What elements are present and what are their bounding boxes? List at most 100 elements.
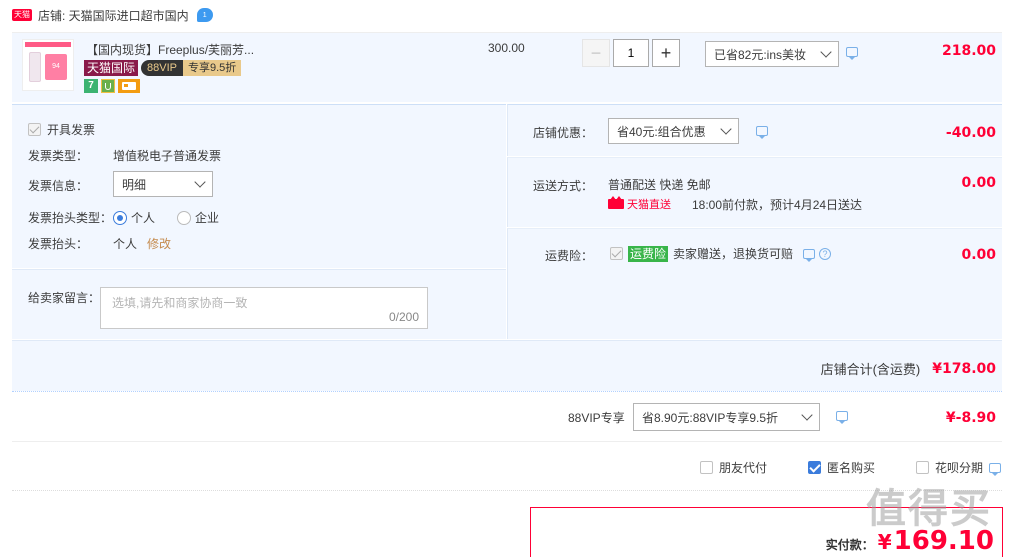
- unit-price: 300.00: [488, 41, 525, 55]
- huabei-option[interactable]: 花呗分期: [916, 459, 1002, 476]
- chat-bubble-icon[interactable]: 1: [196, 8, 213, 22]
- radio-personal-label: 个人: [131, 211, 156, 225]
- insurance-option[interactable]: 运费险 卖家赠送，退换货可赔 ?: [610, 245, 832, 262]
- thumb-banner-icon: [25, 42, 71, 47]
- radio-company-dot[interactable]: [177, 210, 191, 225]
- shop-discount-label: 店铺优惠：: [533, 126, 594, 140]
- vip-discount-select[interactable]: 省8.90元:88VIP专享9.5折: [633, 403, 820, 431]
- radio-personal[interactable]: 个人: [113, 209, 155, 226]
- invoice-toggle[interactable]: 开具发票: [28, 121, 95, 138]
- message-label: 给卖家留言：: [28, 291, 101, 305]
- invoice-type-label: 发票类型：: [28, 149, 89, 163]
- invoice-info-value: 明细: [122, 177, 147, 192]
- invoice-info-label: 发票信息：: [28, 179, 89, 193]
- shop-discount-select[interactable]: 省40元:组合优惠: [608, 118, 739, 144]
- invoice-title-type-label: 发票抬头类型：: [28, 211, 113, 225]
- qty-input[interactable]: [613, 39, 649, 67]
- item-promo-select[interactable]: 已省82元:ins美妆: [705, 41, 839, 67]
- watermark: 值得买: [866, 486, 992, 532]
- radio-company-label: 企业: [195, 211, 220, 225]
- qty-minus-button[interactable]: −: [582, 39, 610, 67]
- product-thumbnail[interactable]: 94: [22, 39, 74, 91]
- friend-pay-option[interactable]: 朋友代付: [700, 459, 767, 476]
- shop-total-amount: ¥178.00: [932, 360, 996, 377]
- shipping-panel: 运送方式： 普通配送 快递 免邮 天猫直送 18:00前付款，预计4月24日送达…: [507, 157, 1002, 227]
- huabei-message-icon[interactable]: [989, 462, 1002, 476]
- anonymous-option[interactable]: 匿名购买: [808, 459, 875, 476]
- shop-discount-value: 省40元:组合优惠: [617, 124, 706, 139]
- vip-amount: ¥-8.90: [945, 410, 996, 426]
- insurance-text: 卖家赠送，退换货可赔: [673, 247, 794, 261]
- invoice-modify-link[interactable]: 修改: [147, 235, 171, 252]
- vip-discount-value: 省8.90元:88VIP专享9.5折: [642, 410, 779, 425]
- radio-company[interactable]: 企业: [177, 209, 219, 226]
- vip-row: 88VIP专享 省8.90元:88VIP专享9.5折 ¥-8.90: [12, 392, 1002, 442]
- anonymous-checkbox[interactable]: [808, 461, 821, 474]
- insurance-amount: 0.00: [961, 247, 996, 263]
- chevron-down-icon: [194, 176, 206, 188]
- vip-message-icon[interactable]: [836, 411, 848, 424]
- huabei-label: 花呗分期: [935, 461, 984, 475]
- insurance-badge: 运费险: [628, 245, 669, 262]
- invoice-info-select[interactable]: 明细: [113, 171, 213, 197]
- discount-message-icon[interactable]: [756, 126, 768, 139]
- chevron-down-icon: [801, 409, 813, 421]
- checkout-options-row: 朋友代付 匿名购买 花呗分期: [12, 443, 1002, 491]
- insurance-message-icon[interactable]: [803, 248, 816, 262]
- credit-card-icon[interactable]: [118, 79, 140, 93]
- qty-plus-button[interactable]: +: [652, 39, 680, 67]
- radio-personal-dot[interactable]: [113, 210, 127, 225]
- shop-total-bar: 店铺合计(含运费) ¥178.00: [12, 340, 1002, 391]
- friend-pay-checkbox[interactable]: [700, 461, 713, 474]
- payable-label: 实付款：: [825, 538, 874, 552]
- tmall-direct-label: 天猫直送: [627, 199, 671, 211]
- shipping-method: 普通配送 快递 免邮: [608, 178, 711, 192]
- message-counter: 0/200: [388, 310, 419, 324]
- invoice-type-value: 增值税电子普通发票: [113, 149, 222, 163]
- shop-total-label: 店铺合计(含运费): [820, 362, 921, 377]
- service-icons: 7: [84, 79, 140, 93]
- invoice-title-label: 发票抬头：: [28, 237, 89, 251]
- thumb-bottle-icon: [29, 52, 41, 82]
- shop-header: 天猫 店铺: 天猫国际进口超市国内 1: [12, 6, 213, 24]
- anonymous-label: 匿名购买: [827, 461, 876, 475]
- chevron-down-icon: [720, 123, 732, 135]
- invoice-title-value: 个人: [113, 237, 138, 251]
- shipping-eta: 18:00前付款，预计4月24日送达: [692, 198, 863, 212]
- friend-pay-label: 朋友代付: [719, 461, 768, 475]
- message-panel: 给卖家留言： 选填,请先和商家协商一致 0/200: [12, 269, 506, 339]
- tmall-direct-badge: 天猫直送: [608, 196, 671, 212]
- thumb-box-icon: 94: [45, 54, 67, 80]
- tmall-cat-icon: [608, 196, 624, 209]
- message-placeholder: 选填,请先和商家协商一致: [112, 296, 248, 310]
- item-row: 94 【国内现货】Freeplus/芙丽芳... 天猫国际 88VIP 专享9.…: [12, 32, 1002, 102]
- tmall-intl-tag: 天猫国际: [84, 60, 139, 76]
- help-icon[interactable]: ?: [819, 247, 832, 260]
- product-tags: 天猫国际 88VIP 专享9.5折: [84, 60, 242, 76]
- message-textarea[interactable]: 选填,请先和商家协商一致 0/200: [100, 287, 428, 329]
- invoice-panel: 开具发票 发票类型： 增值税电子普通发票 发票信息： 明细 发票抬头类型： 个人…: [12, 104, 506, 268]
- product-title[interactable]: 【国内现货】Freeplus/芙丽芳...: [86, 41, 254, 58]
- promo-message-icon[interactable]: [846, 47, 858, 60]
- invoice-checkbox[interactable]: [28, 123, 41, 136]
- shop-discount-panel: 店铺优惠： 省40元:组合优惠 -40.00: [507, 104, 1002, 156]
- shop-total-row: 店铺合计(含运费) ¥178.00: [821, 359, 996, 378]
- vip-tag: 88VIP: [141, 60, 183, 76]
- guarantee-icon[interactable]: [101, 79, 115, 93]
- insurance-label: 运费险：: [545, 249, 594, 263]
- tmall-shop-icon: 天猫: [12, 9, 32, 21]
- chevron-down-icon: [820, 46, 832, 58]
- invoice-checkbox-label: 开具发票: [47, 123, 96, 137]
- shop-name[interactable]: 店铺: 天猫国际进口超市国内: [38, 7, 189, 24]
- item-promo-value: 已省82元:ins美妆: [714, 47, 807, 62]
- item-subtotal: 218.00: [941, 43, 996, 59]
- shop-discount-amount: -40.00: [945, 125, 996, 141]
- seven-day-return-icon[interactable]: 7: [84, 79, 98, 93]
- insurance-panel: 运费险： 运费险 卖家赠送，退换货可赔 ? 0.00: [507, 228, 1002, 339]
- shipping-amount: 0.00: [961, 175, 996, 191]
- quantity-stepper: − +: [582, 39, 680, 67]
- insurance-checkbox[interactable]: [610, 247, 623, 260]
- vip-label: 88VIP专享: [568, 411, 625, 425]
- shipping-label: 运送方式：: [533, 179, 594, 193]
- huabei-checkbox[interactable]: [916, 461, 929, 474]
